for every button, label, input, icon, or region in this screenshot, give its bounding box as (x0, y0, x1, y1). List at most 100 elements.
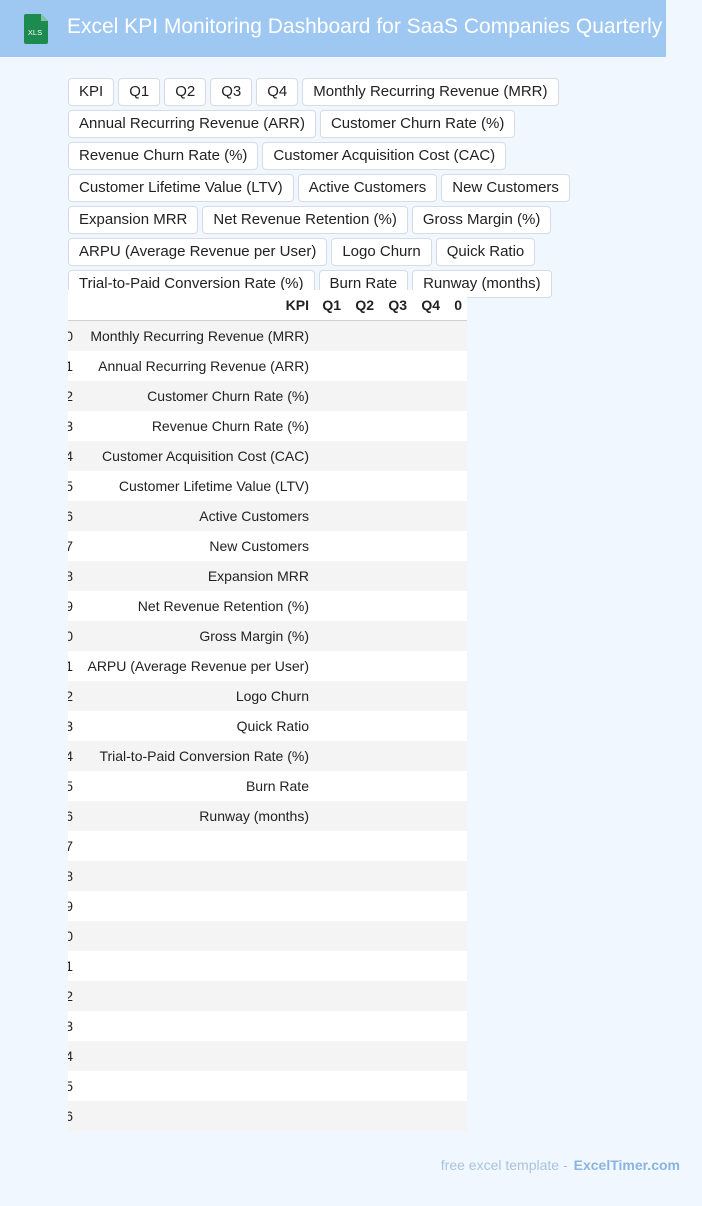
value-cell (445, 1041, 467, 1071)
value-cell (412, 921, 445, 951)
value-cell (313, 651, 346, 681)
kpi-name-cell: Annual Recurring Revenue (ARR) (73, 351, 313, 381)
value-cell (379, 861, 412, 891)
table-row: 6 (68, 1101, 467, 1131)
kpi-name-cell: Net Revenue Retention (%) (73, 591, 313, 621)
value-cell (379, 981, 412, 1011)
value-cell (313, 591, 346, 621)
column-tag[interactable]: Expansion MRR (68, 206, 199, 234)
kpi-name-cell: Quick Ratio (73, 711, 313, 741)
table-row: 3 (68, 1011, 467, 1041)
value-cell (445, 1071, 467, 1101)
column-tag[interactable]: Monthly Recurring Revenue (MRR) (302, 78, 559, 106)
value-cell (379, 561, 412, 591)
page-title: Excel KPI Monitoring Dashboard for SaaS … (67, 15, 663, 38)
column-header: Q3 (379, 290, 412, 321)
kpi-name-cell (73, 1071, 313, 1101)
table-row: 6 Runway (months) (68, 801, 467, 831)
column-tag[interactable]: KPI (68, 78, 115, 106)
kpi-name-cell: Trial-to-Paid Conversion Rate (%) (73, 741, 313, 771)
value-cell (346, 441, 379, 471)
value-cell (412, 741, 445, 771)
column-header: KPI (73, 290, 313, 321)
column-tag[interactable]: New Customers (441, 174, 570, 202)
value-cell (346, 891, 379, 921)
kpi-name-cell (73, 1011, 313, 1041)
value-cell (379, 591, 412, 621)
table-row: 5 (68, 1071, 467, 1101)
value-cell (346, 1041, 379, 1071)
column-tag[interactable]: Net Revenue Retention (%) (202, 206, 408, 234)
column-tag[interactable]: Q2 (164, 78, 207, 106)
value-cell (346, 1071, 379, 1101)
page-card: XLS Excel KPI Monitoring Dashboard for S… (0, 0, 702, 1206)
column-tag[interactable]: Q4 (256, 78, 299, 106)
value-cell (379, 441, 412, 471)
value-cell (445, 981, 467, 1011)
table-row: 1 (68, 951, 467, 981)
table-row: 7 New Customers (68, 531, 467, 561)
value-cell (346, 1101, 379, 1131)
column-tag[interactable]: Annual Recurring Revenue (ARR) (68, 110, 316, 138)
value-cell (412, 1011, 445, 1041)
value-cell (445, 1011, 467, 1041)
value-cell (346, 861, 379, 891)
value-cell (412, 471, 445, 501)
value-cell (445, 861, 467, 891)
value-cell (313, 351, 346, 381)
value-cell (445, 891, 467, 921)
value-cell (379, 801, 412, 831)
kpi-name-cell (73, 831, 313, 861)
table-row: 5 Customer Lifetime Value (LTV) (68, 471, 467, 501)
column-tag[interactable]: Logo Churn (331, 238, 432, 266)
value-cell (379, 411, 412, 441)
column-tag[interactable]: ARPU (Average Revenue per User) (68, 238, 328, 266)
value-cell (445, 320, 467, 351)
kpi-name-cell (73, 921, 313, 951)
value-cell (346, 411, 379, 441)
value-cell (346, 921, 379, 951)
value-cell (445, 771, 467, 801)
column-tag[interactable]: Q1 (118, 78, 161, 106)
footer-brand-link[interactable]: ExcelTimer.com (574, 1157, 680, 1173)
value-cell (346, 981, 379, 1011)
value-cell (346, 951, 379, 981)
value-cell (445, 681, 467, 711)
value-cell (313, 320, 346, 351)
table-row: 2 Logo Churn (68, 681, 467, 711)
value-cell (313, 441, 346, 471)
value-cell (379, 1041, 412, 1071)
column-tag[interactable]: Gross Margin (%) (411, 206, 552, 234)
value-cell (313, 411, 346, 441)
value-cell (346, 771, 379, 801)
value-cell (445, 831, 467, 861)
value-cell (412, 801, 445, 831)
value-cell (346, 471, 379, 501)
column-tag[interactable]: Active Customers (297, 174, 438, 202)
column-tag[interactable]: Customer Acquisition Cost (CAC) (262, 142, 507, 170)
value-cell (313, 801, 346, 831)
value-cell (346, 681, 379, 711)
table-row: 3 Quick Ratio (68, 711, 467, 741)
value-cell (445, 501, 467, 531)
value-cell (313, 1011, 346, 1041)
column-tag[interactable]: Customer Lifetime Value (LTV) (68, 174, 294, 202)
value-cell (346, 351, 379, 381)
kpi-name-cell: Burn Rate (73, 771, 313, 801)
value-cell (313, 831, 346, 861)
header-bar: XLS Excel KPI Monitoring Dashboard for S… (0, 0, 666, 57)
value-cell (346, 591, 379, 621)
table-row: 4 (68, 1041, 467, 1071)
table-row: 6 Active Customers (68, 501, 467, 531)
table-row: 3 Revenue Churn Rate (%) (68, 411, 467, 441)
column-tag[interactable]: Quick Ratio (435, 238, 536, 266)
table-row: 0 (68, 921, 467, 951)
value-cell (445, 921, 467, 951)
kpi-name-cell (73, 891, 313, 921)
value-cell (412, 951, 445, 981)
column-tag[interactable]: Revenue Churn Rate (%) (68, 142, 259, 170)
column-tag[interactable]: Q3 (210, 78, 253, 106)
value-cell (412, 891, 445, 921)
value-cell (346, 831, 379, 861)
column-tag[interactable]: Customer Churn Rate (%) (319, 110, 516, 138)
